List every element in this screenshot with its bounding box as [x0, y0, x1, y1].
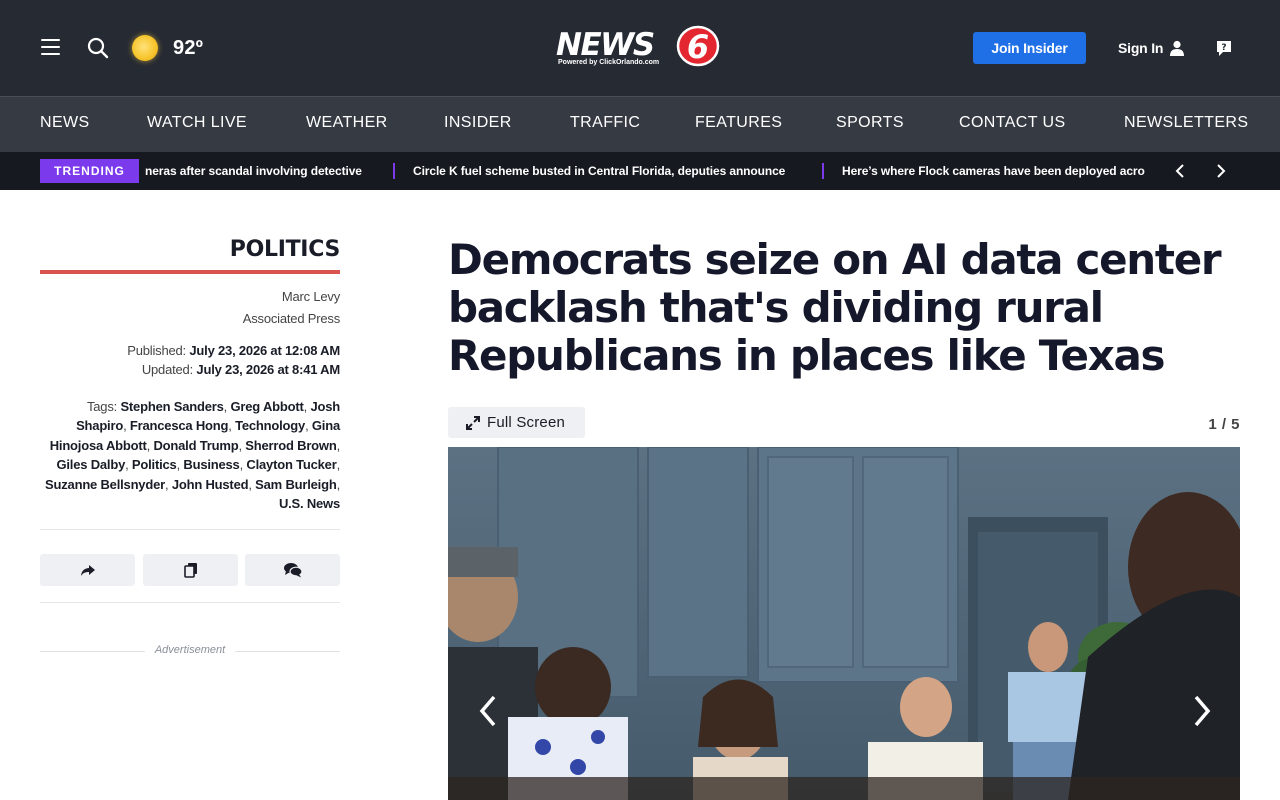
tag-link[interactable]: Sam Burleigh	[255, 477, 337, 492]
tag-link[interactable]: Sherrod Brown	[245, 438, 336, 453]
advertisement-label: Advertisement	[154, 644, 226, 656]
site-logo[interactable]: NEWS 6 Powered by ClickOrlando.com	[556, 25, 722, 71]
tag-link[interactable]: Business	[183, 457, 239, 472]
author-name[interactable]: Marc Levy	[40, 289, 340, 304]
logo-six-icon: 6	[676, 25, 720, 67]
trending-item[interactable]: Here’s where Flock cameras have been dep…	[842, 164, 1145, 178]
sign-in-label: Sign In	[1118, 40, 1164, 56]
trending-separator	[822, 163, 824, 179]
join-insider-button[interactable]: Join Insider	[973, 32, 1086, 64]
share-icon	[80, 565, 95, 576]
help-icon[interactable]: ?	[1215, 39, 1233, 57]
nav-item-weather[interactable]: WEATHER	[306, 114, 388, 132]
gallery-photo[interactable]	[448, 447, 1240, 800]
chevron-left-icon[interactable]	[474, 693, 502, 729]
tag-link[interactable]: Politics	[132, 457, 177, 472]
updated-label: Updated:	[141, 362, 193, 377]
nav-item-features[interactable]: FEATURES	[695, 114, 782, 132]
tag-link[interactable]: Suzanne Bellsnyder	[45, 477, 165, 492]
article-headline: Democrats seize on AI data center backla…	[448, 235, 1222, 380]
chevron-right-icon[interactable]	[1188, 693, 1216, 729]
tag-link[interactable]: Giles Dalby	[56, 457, 125, 472]
share-button[interactable]	[40, 554, 135, 586]
trending-item[interactable]: neras after scandal involving detective	[145, 164, 362, 178]
trending-track: neras after scandal involving detective …	[139, 152, 1156, 190]
logo-number: 6	[687, 28, 709, 66]
search-icon[interactable]	[86, 36, 110, 60]
tag-link[interactable]: Technology	[235, 418, 305, 433]
copy-link-button[interactable]	[143, 554, 238, 586]
nav-item-insider[interactable]: INSIDER	[444, 114, 512, 132]
nav-item-traffic[interactable]: TRAFFIC	[570, 114, 640, 132]
tag-link[interactable]: John Husted	[172, 477, 249, 492]
divider	[40, 529, 340, 530]
nav-item-news[interactable]: NEWS	[40, 114, 90, 132]
comments-button[interactable]	[245, 554, 340, 586]
author-source: Associated Press	[242, 311, 340, 326]
main-nav: NEWS WATCH LIVE WEATHER INSIDER TRAFFIC …	[0, 96, 1280, 152]
trending-separator	[393, 163, 395, 179]
logo-text: NEWS	[556, 27, 655, 63]
nav-item-sports[interactable]: SPORTS	[836, 114, 904, 132]
tag-link[interactable]: Clayton Tucker	[246, 457, 336, 472]
published-value: July 23, 2026 at 12:08 AM	[189, 343, 340, 358]
tag-link[interactable]: Greg Abbott	[230, 399, 303, 414]
photo-scene	[448, 447, 1240, 800]
tags-label: Tags:	[86, 399, 118, 414]
chevron-left-icon[interactable]	[1173, 163, 1189, 179]
trending-badge: TRENDING	[40, 159, 139, 183]
weather-temperature: 92º	[173, 36, 204, 59]
expand-icon	[466, 415, 480, 430]
tag-link[interactable]: U.S. News	[279, 496, 340, 511]
user-icon	[1170, 40, 1185, 56]
nav-item-contact-us[interactable]: CONTACT US	[959, 114, 1066, 132]
nav-item-newsletters[interactable]: NEWSLETTERS	[1124, 114, 1248, 132]
updated-date: Updated: July 23, 2026 at 8:41 AM	[40, 362, 340, 377]
logo-tagline: Powered by ClickOrlando.com	[558, 59, 660, 66]
svg-text:?: ?	[1221, 43, 1226, 53]
tag-list: Tags: Stephen Sanders, Greg Abbott, Josh…	[45, 399, 340, 512]
tag-link[interactable]: Donald Trump	[153, 438, 238, 453]
updated-value: July 23, 2026 at 8:41 AM	[196, 362, 340, 377]
published-label: Published:	[127, 343, 186, 358]
copy-icon	[183, 563, 197, 578]
tag-link[interactable]: Stephen Sanders	[120, 399, 223, 414]
gallery-counter: 1 / 5	[1208, 416, 1240, 433]
menu-icon[interactable]	[41, 39, 60, 55]
nav-item-watch-live[interactable]: WATCH LIVE	[147, 114, 247, 132]
tag-link[interactable]: Francesca Hong	[130, 418, 229, 433]
site-header: 92º NEWS 6 Powered by ClickOrlando.com J…	[0, 0, 1280, 96]
published-date: Published: July 23, 2026 at 12:08 AM	[40, 343, 340, 358]
fullscreen-button[interactable]: Full Screen	[448, 407, 585, 438]
section-rule	[40, 270, 340, 274]
comments-icon	[283, 563, 303, 578]
sign-in-button[interactable]: Sign In	[1118, 37, 1185, 59]
trending-bar: TRENDING neras after scandal involving d…	[0, 152, 1280, 190]
chevron-right-icon[interactable]	[1212, 163, 1228, 179]
weather-widget[interactable]: 92º	[132, 33, 203, 63]
divider	[40, 602, 340, 603]
sun-icon	[132, 35, 158, 61]
fullscreen-label: Full Screen	[487, 414, 566, 431]
trending-item[interactable]: Circle K fuel scheme busted in Central F…	[413, 164, 785, 178]
section-label[interactable]: POLITICS	[40, 237, 341, 262]
